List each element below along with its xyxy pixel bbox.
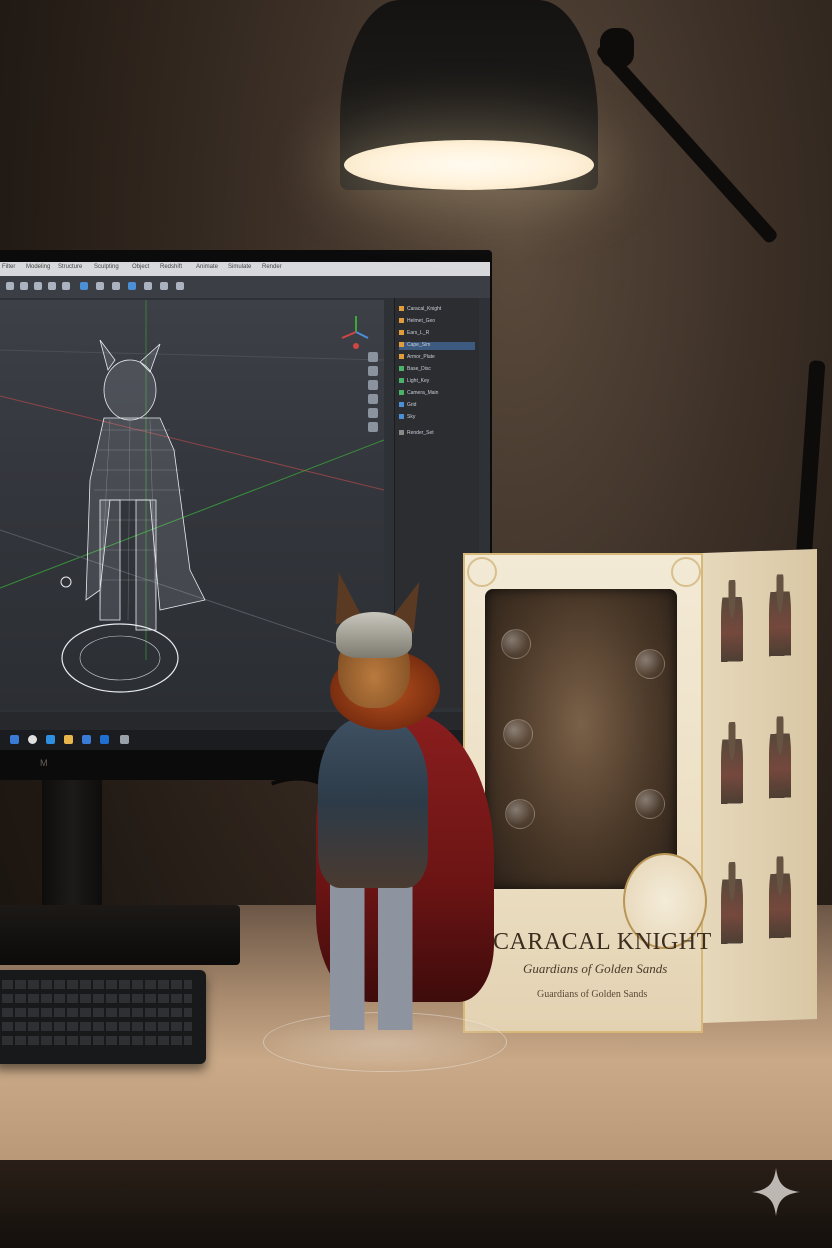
outliner-item[interactable]: Caracal_Knight: [399, 306, 441, 314]
wire-head: [103, 359, 157, 421]
outliner-item[interactable]: Render_Set: [399, 430, 434, 438]
box-title: CARACAL KNIGHT: [493, 929, 712, 955]
view-gizmo: [341, 316, 369, 349]
collector-box: CARACAL KNIGHT Guardians of Golden Sands…: [463, 549, 817, 1033]
tool-icon[interactable]: [48, 282, 56, 290]
tool-icon[interactable]: [6, 282, 14, 290]
start-icon[interactable]: [10, 735, 19, 744]
x-axis-line: [0, 395, 384, 491]
box-footer: Guardians of Golden Sands: [537, 989, 648, 1000]
menu-item[interactable]: Render: [262, 264, 282, 270]
tool-icon[interactable]: [20, 282, 28, 290]
viewport-tools: [368, 352, 382, 436]
lamp-joint: [600, 28, 634, 68]
key-row: [2, 1008, 192, 1017]
box-front-panel: CARACAL KNIGHT Guardians of Golden Sands…: [463, 553, 711, 1033]
outliner-item[interactable]: Armor_Plate: [399, 354, 435, 362]
blister-bubble: [505, 799, 535, 829]
light-icon[interactable]: [368, 422, 378, 432]
side-figure-art: [769, 855, 791, 953]
outliner-item[interactable]: Light_Key: [399, 378, 429, 386]
tool-icon[interactable]: [96, 282, 104, 290]
box-side-panel: [703, 549, 817, 1023]
figurine-legs: [330, 880, 416, 1030]
outliner-item[interactable]: Ears_L_R: [399, 330, 429, 338]
keyboard: [0, 970, 206, 1064]
menu-item[interactable]: Modeling: [26, 264, 50, 270]
tool-icon[interactable]: [112, 282, 120, 290]
toolbar: [0, 276, 490, 298]
desk-scene: Filter Modeling Structure Sculpting Obje…: [0, 0, 832, 1248]
camera-icon[interactable]: [368, 408, 378, 418]
app-icon[interactable]: [100, 735, 109, 744]
wireframe-figure: [85, 339, 206, 631]
key-row: [2, 994, 192, 1003]
tool-icon[interactable]: [160, 282, 168, 290]
move-icon[interactable]: [368, 352, 378, 362]
blister-bubble: [503, 719, 533, 749]
side-figure-art: [769, 573, 791, 671]
menu-item[interactable]: Filter: [2, 264, 15, 270]
monitor-stand: [42, 780, 102, 920]
menu-item[interactable]: Simulate: [228, 264, 251, 270]
y-axis-line: [0, 439, 384, 589]
tool-icon[interactable]: [144, 282, 152, 290]
side-figure-art: [721, 579, 743, 677]
app-icon[interactable]: [82, 735, 91, 744]
figurine-helmet: [336, 612, 412, 658]
tool-icon[interactable]: [176, 282, 184, 290]
ornament-corner: [671, 557, 701, 587]
rotate-icon[interactable]: [368, 366, 378, 376]
menu-bar: Filter Modeling Structure Sculpting Obje…: [0, 262, 490, 276]
app-icon[interactable]: [120, 735, 129, 744]
key-row: [2, 980, 192, 989]
tool-icon[interactable]: [80, 282, 88, 290]
outliner-item[interactable]: Cape_Sim: [399, 342, 475, 350]
3d-viewport[interactable]: [0, 300, 384, 710]
app-icon[interactable]: [46, 735, 55, 744]
app-icon[interactable]: [28, 735, 37, 744]
outliner-item[interactable]: Sky: [399, 414, 415, 422]
scale-icon[interactable]: [368, 380, 378, 390]
key-row: [2, 1036, 192, 1045]
figurine-armor: [318, 718, 428, 888]
desk-edge: [0, 1160, 832, 1248]
outliner-item[interactable]: Helmet_Geo: [399, 318, 435, 326]
tool-icon[interactable]: [62, 282, 70, 290]
monitor-brand-logo: M: [40, 758, 49, 768]
wire-leg-left: [99, 499, 121, 621]
wire-base-inner: [79, 635, 161, 681]
select-icon[interactable]: [368, 394, 378, 404]
blister-bubble: [501, 629, 531, 659]
tool-icon[interactable]: [128, 282, 136, 290]
side-figure-art: [769, 715, 791, 813]
grid-line: [0, 349, 384, 361]
wire-base-disc: [61, 623, 179, 693]
tool-icon[interactable]: [34, 282, 42, 290]
menu-item[interactable]: Structure: [58, 264, 82, 270]
menu-item[interactable]: Animate: [196, 264, 218, 270]
side-figure-art: [721, 861, 743, 959]
ornament-corner: [467, 557, 497, 587]
wireframe-scene: [0, 300, 384, 693]
lamp-arm-upper: [594, 42, 780, 245]
pivot-icon: [60, 576, 72, 588]
side-figure-art: [721, 721, 743, 819]
folder-icon[interactable]: [64, 735, 73, 744]
sparkle-icon: [752, 1168, 800, 1216]
lamp-bulb: [344, 140, 594, 190]
wire-ear-left: [99, 339, 116, 371]
menu-item[interactable]: Object: [132, 264, 149, 270]
key-row: [2, 1022, 192, 1031]
blister-bubble: [635, 789, 665, 819]
outliner-item[interactable]: Grid: [399, 402, 416, 410]
blister-bubble: [635, 649, 665, 679]
box-window: [485, 589, 677, 889]
menu-item[interactable]: Redshift: [160, 264, 182, 270]
outliner-item[interactable]: Camera_Main: [399, 390, 438, 398]
outliner-item[interactable]: Base_Disc: [399, 366, 431, 374]
menu-item[interactable]: Sculpting: [94, 264, 119, 270]
box-subtitle: Guardians of Golden Sands: [523, 961, 668, 976]
